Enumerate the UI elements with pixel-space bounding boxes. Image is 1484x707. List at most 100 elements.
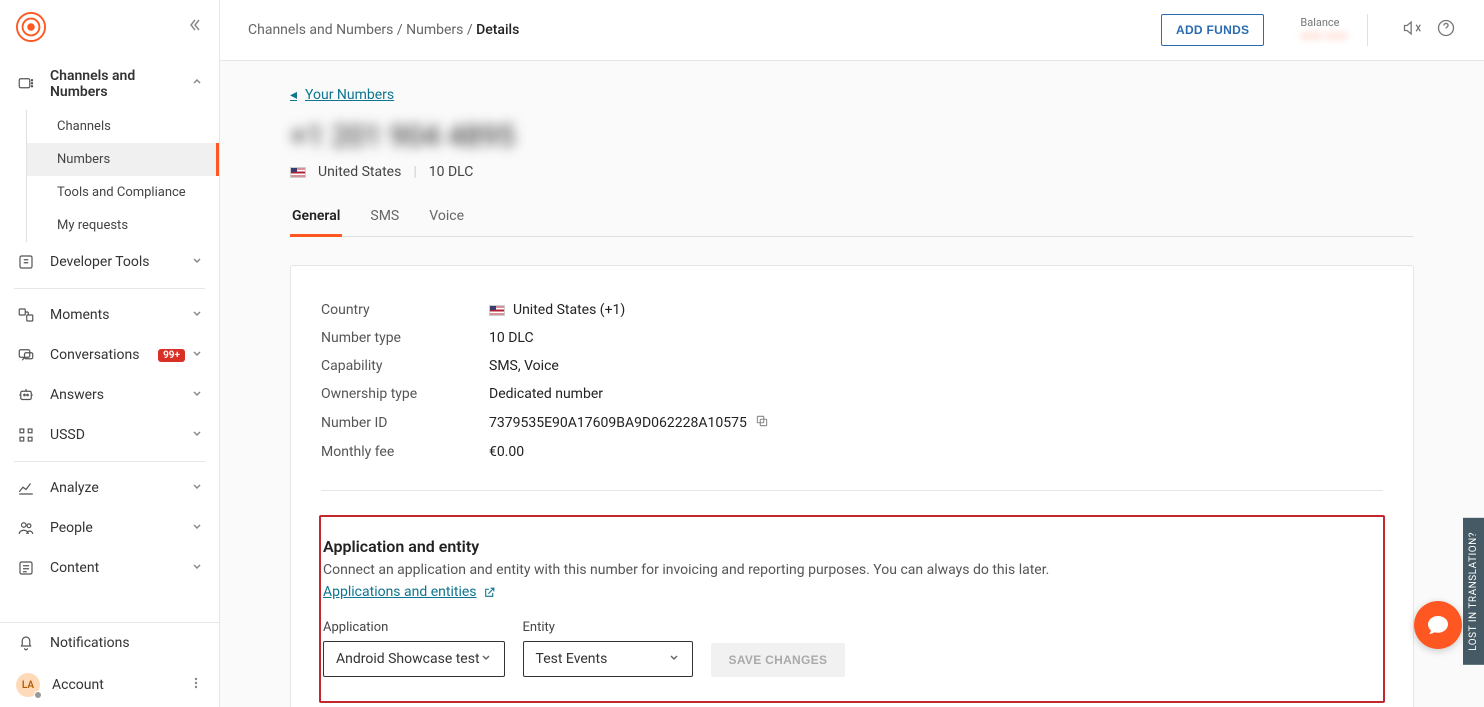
tab-sms[interactable]: SMS — [368, 202, 401, 236]
back-link[interactable]: ◂ Your Numbers — [290, 87, 394, 103]
balance-label: Balance — [1300, 16, 1347, 29]
sidebar-item-label: Analyze — [50, 480, 191, 496]
avatar-initials: LA — [22, 680, 34, 691]
chevron-down-icon — [191, 387, 203, 403]
application-label: Application — [323, 620, 505, 635]
content-icon — [16, 558, 36, 578]
number-meta: United States | 10 DLC — [290, 164, 1414, 180]
wrench-icon — [16, 252, 36, 272]
info-value: 7379535E90A17609BA9D062228A10575 — [489, 415, 747, 431]
sidebar-subitem-numbers[interactable]: Numbers — [27, 143, 219, 176]
number-type-text: 10 DLC — [429, 164, 474, 180]
breadcrumb-part[interactable]: Numbers — [406, 22, 463, 38]
people-icon — [16, 518, 36, 538]
tabs: General SMS Voice — [290, 202, 1414, 237]
collapse-sidebar-icon[interactable] — [187, 17, 203, 37]
applications-entities-link[interactable]: Applications and entities — [323, 584, 496, 600]
tab-voice[interactable]: Voice — [427, 202, 466, 236]
info-label: Country — [321, 302, 489, 318]
chevron-down-icon — [191, 254, 203, 270]
add-funds-button[interactable]: ADD FUNDS — [1161, 14, 1264, 46]
avatar: LA — [16, 673, 40, 697]
bot-icon — [16, 385, 36, 405]
breadcrumb-part[interactable]: Channels and Numbers — [248, 22, 393, 38]
sidebar-item-people[interactable]: People — [0, 508, 219, 548]
help-icon[interactable] — [1436, 18, 1456, 42]
sidebar-item-ussd[interactable]: USSD — [0, 415, 219, 455]
app-logo[interactable] — [16, 12, 46, 42]
info-row-ownership: Ownership type Dedicated number — [321, 380, 1383, 408]
chart-icon — [16, 478, 36, 498]
sidebar-item-answers[interactable]: Answers — [0, 375, 219, 415]
moments-icon — [16, 305, 36, 325]
details-panel: Country United States (+1) Number type 1… — [290, 265, 1414, 707]
info-label: Number ID — [321, 415, 489, 431]
sidebar: Channels and Numbers Channels Numbers To… — [0, 0, 220, 707]
save-changes-button[interactable]: SAVE CHANGES — [711, 643, 846, 677]
chevron-down-icon — [668, 651, 680, 667]
sidebar-item-notifications[interactable]: Notifications — [0, 623, 219, 663]
sidebar-item-label: Notifications — [50, 635, 203, 651]
info-label: Ownership type — [321, 386, 489, 402]
page-title: +1 201 904 4895 — [290, 119, 1414, 154]
sidebar-item-label: Developer Tools — [50, 254, 191, 270]
info-value: United States (+1) — [513, 302, 625, 318]
chat-icon — [16, 345, 36, 365]
sidebar-item-channels-numbers[interactable]: Channels and Numbers — [0, 58, 219, 110]
country-text: United States — [318, 164, 401, 180]
sidebar-item-label: Conversations — [50, 347, 158, 363]
megaphone-icon — [16, 74, 36, 94]
select-value: Android Showcase test — [336, 651, 480, 667]
chevron-down-icon — [191, 427, 203, 443]
sidebar-item-label: Content — [50, 560, 191, 576]
info-value: 10 DLC — [489, 330, 534, 346]
info-row-monthly-fee: Monthly fee €0.00 — [321, 438, 1383, 466]
breadcrumb-current: Details — [476, 22, 519, 38]
kebab-menu-icon[interactable] — [189, 676, 203, 694]
sidebar-subitem-tools-compliance[interactable]: Tools and Compliance — [27, 176, 219, 209]
status-dot-icon — [34, 691, 42, 699]
topbar: Channels and Numbers / Numbers / Details… — [220, 0, 1484, 61]
info-value: €0.00 — [489, 444, 524, 460]
sidebar-item-label: Moments — [50, 307, 191, 323]
us-flag-icon — [290, 167, 306, 178]
chat-fab-button[interactable] — [1414, 601, 1462, 649]
sidebar-item-moments[interactable]: Moments — [0, 295, 219, 335]
sidebar-item-analyze[interactable]: Analyze — [0, 468, 219, 508]
mute-icon[interactable] — [1402, 18, 1422, 42]
chevron-down-icon — [191, 480, 203, 496]
section-title: Application and entity — [323, 537, 1381, 556]
sidebar-item-conversations[interactable]: Conversations 99+ — [0, 335, 219, 375]
account-label: Account — [52, 677, 189, 693]
info-row-number-id: Number ID 7379535E90A17609BA9D062228A105… — [321, 408, 1383, 438]
sidebar-item-label: USSD — [50, 427, 191, 443]
link-label: Applications and entities — [323, 584, 477, 600]
sidebar-item-content[interactable]: Content — [0, 548, 219, 588]
feedback-tab[interactable]: LOST IN TRANSLATION? — [1463, 518, 1484, 665]
select-value: Test Events — [536, 651, 608, 667]
info-row-capability: Capability SMS, Voice — [321, 352, 1383, 380]
sidebar-item-developer-tools[interactable]: Developer Tools — [0, 242, 219, 282]
sidebar-item-account[interactable]: LA Account — [0, 663, 219, 707]
sidebar-item-label: Answers — [50, 387, 191, 403]
info-row-country: Country United States (+1) — [321, 296, 1383, 324]
sidebar-item-label: People — [50, 520, 191, 536]
sidebar-subitem-channels[interactable]: Channels — [27, 110, 219, 143]
us-flag-icon — [489, 305, 505, 316]
application-select[interactable]: Android Showcase test — [323, 641, 505, 677]
balance-block: Balance —— —— — [1282, 16, 1347, 45]
info-value: Dedicated number — [489, 386, 603, 402]
chevron-down-icon — [191, 520, 203, 536]
conversations-badge: 99+ — [158, 349, 185, 362]
bell-icon — [16, 633, 36, 653]
sidebar-subitem-my-requests[interactable]: My requests — [27, 209, 219, 242]
entity-label: Entity — [523, 620, 693, 635]
tab-general[interactable]: General — [290, 202, 342, 237]
chevron-down-icon — [191, 560, 203, 576]
entity-select[interactable]: Test Events — [523, 641, 693, 677]
info-row-number-type: Number type 10 DLC — [321, 324, 1383, 352]
chevron-down-icon — [191, 347, 203, 363]
application-entity-section: Application and entity Connect an applic… — [319, 515, 1385, 703]
copy-icon[interactable] — [755, 414, 769, 432]
chevron-up-icon — [191, 76, 203, 92]
